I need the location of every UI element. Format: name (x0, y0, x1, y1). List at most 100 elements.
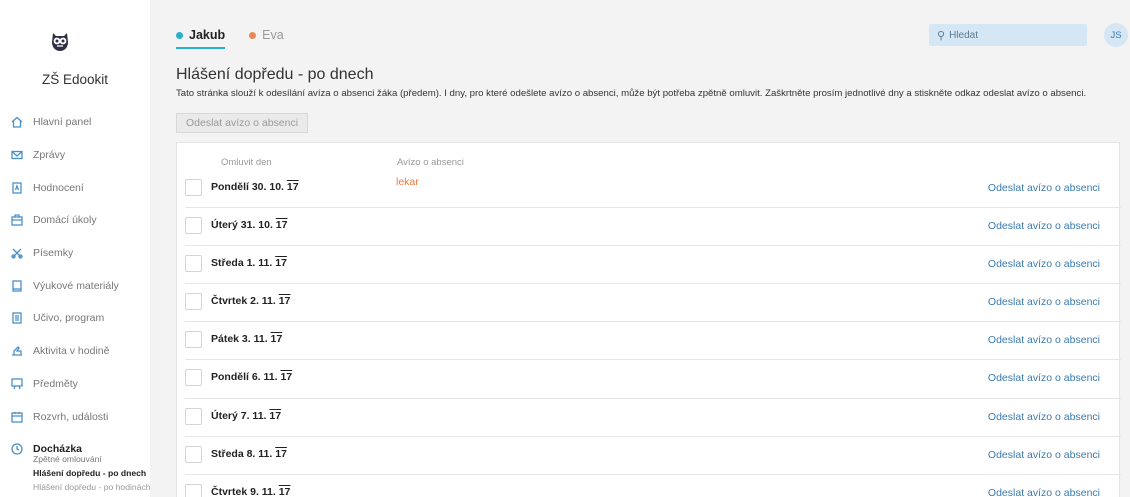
sidebar-item-hlavni-panel[interactable]: Hlavní panel (0, 106, 150, 139)
day-checkbox[interactable] (185, 217, 202, 235)
sidebar-item-label: Hodnocení (33, 181, 84, 194)
table-row: Úterý 7. 11. 17 Odeslat avízo o absenci (185, 399, 1121, 437)
sidebar-nav: Hlavní panel Zprávy Hodnocení Domácí úko… (0, 106, 150, 466)
day-checkbox[interactable] (185, 255, 202, 273)
sidebar-item-domaci-ukoly[interactable]: Domácí úkoly (0, 204, 150, 237)
day-label: Pondělí 30. 10. 17 (211, 181, 299, 193)
mail-icon (10, 149, 23, 162)
table-row: Pondělí 6. 11. 17 Odeslat avízo o absenci (185, 360, 1121, 399)
document-icon (10, 312, 23, 325)
day-year: 17 (278, 295, 291, 308)
sidebar-item-rozvrh-udalosti[interactable]: Rozvrh, události (0, 400, 150, 433)
table-row: Středa 8. 11. 17 Odeslat avízo o absenci (185, 437, 1121, 475)
day-text: Pátek 3. 11. (211, 333, 271, 346)
student-tabs: Jakub Eva (176, 26, 284, 49)
sidebar-item-ucivo-program[interactable]: Učivo, program (0, 302, 150, 335)
day-label: Čtvrtek 9. 11. 17 (211, 486, 290, 497)
tab-jakub[interactable]: Jakub (176, 26, 226, 49)
day-text: Pondělí 30. 10. (211, 181, 287, 193)
page-description: Tato stránka slouží k odesílání avíza o … (176, 88, 1087, 99)
sidebar-item-label: Hlavní panel (33, 116, 92, 129)
tools-icon (10, 247, 23, 260)
grade-icon (10, 181, 23, 194)
search-placeholder: Hledat (949, 29, 978, 41)
status-dot-icon (249, 31, 257, 39)
send-absence-link[interactable]: Odeslat avízo o absenci (988, 372, 1100, 384)
sidebar: ZŠ Edookit Hlavní panel Zprávy Hodnocení… (0, 0, 151, 497)
subnav-item-zpetne-omlouvani[interactable]: Zpětné omlouvání (33, 452, 151, 466)
sidebar-item-label: Písemky (33, 247, 74, 260)
subnav-item-hlaseni-po-hodinach[interactable]: Hlášení dopředu - po hodinách (33, 480, 151, 494)
day-label: Úterý 31. 10. 17 (211, 219, 287, 231)
send-absence-link[interactable]: Odeslat avízo o absenci (988, 334, 1100, 346)
send-absence-link[interactable]: Odeslat avízo o absenci (988, 411, 1100, 423)
day-checkbox[interactable] (185, 293, 202, 311)
table-row: Čtvrtek 2. 11. 17 Odeslat avízo o absenci (185, 284, 1121, 323)
day-checkbox[interactable] (185, 331, 202, 349)
days-list: Pondělí 30. 10. 17 lekar Odeslat avízo o a… (185, 170, 1121, 497)
page-title: Hlášení dopředu - po dnech (176, 66, 374, 83)
day-year: 17 (275, 257, 287, 270)
day-year: 17 (270, 333, 283, 346)
send-absence-link[interactable]: Odeslat avízo o absenci (988, 487, 1100, 497)
subnav-item-hlaseni-po-dnech[interactable]: Hlášení dopředu - po dnech (33, 466, 151, 480)
book-icon (10, 279, 23, 292)
search-input[interactable]: ⚲ Hledat (929, 24, 1087, 46)
day-label: Úterý 7. 11. 17 (211, 410, 281, 422)
table-row: Pondělí 30. 10. 17 lekar Odeslat avízo o a… (185, 170, 1121, 209)
homework-icon (10, 214, 23, 227)
clock-icon (10, 443, 23, 456)
day-year: 17 (280, 371, 293, 384)
day-label: Pátek 3. 11. 17 (211, 333, 282, 345)
send-absence-button[interactable]: Odeslat avízo o absenci (176, 113, 309, 133)
day-checkbox[interactable] (185, 179, 202, 196)
tab-label: Eva (262, 28, 284, 42)
day-label: Středa 1. 11. 17 (211, 257, 287, 269)
tab-eva[interactable]: Eva (249, 26, 284, 44)
sidebar-item-label: Zprávy (33, 149, 66, 162)
day-text: Pondělí 6. 11. (211, 371, 281, 384)
table-row: Úterý 31. 10. 17 Odeslat avízo o absenci (185, 208, 1121, 247)
sidebar-item-hodnoceni[interactable]: Hodnocení (0, 171, 150, 204)
sidebar-subnav: Zpětné omlouvání Hlášení dopředu - po dn… (33, 452, 151, 494)
column-header-note: Avízo o absenci (397, 157, 464, 168)
main-content: Jakub Eva ⚲ Hledat JS Hlášení dopředu - … (150, 0, 1130, 497)
sidebar-item-label: Rozvrh, události (33, 410, 109, 423)
sidebar-item-label: Výukové materiály (33, 279, 119, 292)
day-text: Úterý 31. 10. (211, 219, 276, 232)
status-dot-icon (176, 31, 183, 39)
day-text: Středa 8. 11. (211, 447, 276, 460)
sidebar-item-pisemky[interactable]: Písemky (0, 237, 150, 270)
sidebar-item-zpravy[interactable]: Zprávy (0, 139, 150, 172)
day-year: 17 (269, 409, 282, 422)
day-label: Pondělí 6. 11. 17 (211, 371, 292, 383)
day-year: 17 (286, 181, 299, 193)
send-absence-link[interactable]: Odeslat avízo o absenci (988, 258, 1100, 270)
sidebar-item-label: Učivo, program (33, 312, 105, 325)
day-label: Čtvrtek 2. 11. 17 (211, 295, 290, 307)
column-header-day: Omluvit den (221, 157, 272, 168)
sidebar-item-label: Aktivita v hodině (33, 345, 110, 358)
send-absence-link[interactable]: Odeslat avízo o absenci (988, 296, 1100, 308)
send-absence-link[interactable]: Odeslat avízo o absenci (988, 449, 1100, 461)
send-absence-link[interactable]: Odeslat avízo o absenci (988, 182, 1100, 194)
school-name: ZŠ Edookit (41, 72, 109, 87)
send-absence-link[interactable]: Odeslat avízo o absenci (988, 220, 1100, 232)
day-checkbox[interactable] (185, 369, 202, 387)
sidebar-item-aktivita-v-hodine[interactable]: Aktivita v hodině (0, 335, 150, 368)
tab-label: Jakub (189, 28, 226, 42)
sidebar-item-label: Předměty (33, 377, 78, 390)
day-checkbox[interactable] (185, 483, 202, 497)
sidebar-item-predmety[interactable]: Předměty (0, 368, 150, 401)
day-checkbox[interactable] (185, 407, 202, 425)
sidebar-item-vyukove-materialy[interactable]: Výukové materiály (0, 269, 150, 302)
home-icon (10, 116, 23, 129)
table-row: Středa 1. 11. 17 Odeslat avízo o absenci (185, 246, 1121, 285)
day-year: 17 (278, 485, 291, 497)
avatar[interactable]: JS (1104, 23, 1128, 47)
day-text: Čtvrtek 9. 11. (211, 485, 279, 497)
days-table: Omluvit den Avízo o absenci Pondělí 30. … (176, 142, 1121, 497)
day-checkbox[interactable] (185, 445, 202, 463)
day-text: Úterý 7. 11. (211, 409, 270, 422)
calendar-icon (10, 410, 23, 423)
